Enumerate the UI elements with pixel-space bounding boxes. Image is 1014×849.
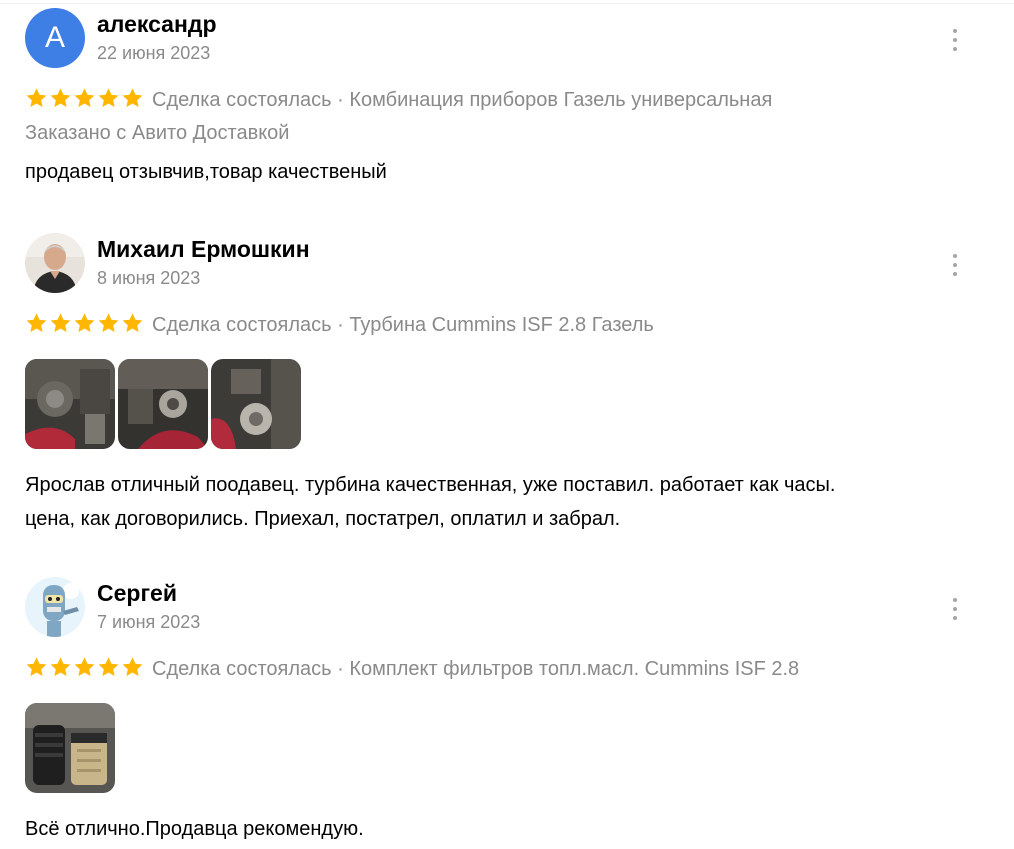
- star-icon: [74, 88, 95, 107]
- review-text: Ярослав отличный поодавец. турбина качес…: [25, 468, 985, 536]
- review-photo[interactable]: [118, 359, 208, 449]
- rating-stars: [25, 312, 144, 334]
- star-icon: [122, 313, 143, 332]
- review-text-line: Ярослав отличный поодавец. турбина качес…: [25, 474, 836, 496]
- deal-info: Сделка состоялась · Турбина Cummins ISF …: [152, 314, 654, 336]
- review-text-line: цена, как договорились. Приехал, постатр…: [25, 508, 621, 530]
- review-photo[interactable]: [211, 359, 301, 449]
- review-header: Михаил Ермошкин 8 июня 2023: [25, 233, 985, 293]
- reviewer-name[interactable]: Сергей: [97, 579, 177, 607]
- star-icon: [122, 88, 143, 107]
- more-vertical-icon[interactable]: [947, 28, 963, 52]
- review-text-line: Всё отлично.Продавца рекомендую.: [25, 818, 364, 840]
- star-icon: [74, 657, 95, 676]
- top-divider: [0, 3, 1014, 4]
- review-meta: Сделка состоялась · Турбина Cummins ISF …: [25, 309, 985, 342]
- review-date: 8 июня 2023: [97, 268, 201, 288]
- review-meta: Сделка состоялась · Комплект фильтров то…: [25, 653, 985, 686]
- review-date: 22 июня 2023: [97, 43, 211, 63]
- avatar[interactable]: А: [25, 8, 85, 68]
- delivery-note: Заказано с Авито Доставкой: [25, 122, 290, 144]
- star-icon: [98, 88, 119, 107]
- review-meta: Сделка состоялась · Комбинация приборов …: [25, 84, 985, 117]
- review-text-line: продавец отзывчив,товар качественый: [25, 161, 387, 183]
- review-card: А александр 22 июня 2023 Сделка состояла…: [25, 8, 985, 189]
- review-photos: [25, 703, 985, 793]
- more-vertical-icon[interactable]: [947, 597, 963, 621]
- deal-info: Сделка состоялась · Комбинация приборов …: [152, 89, 773, 111]
- reviewer-name[interactable]: александр: [97, 10, 217, 38]
- review-card: Михаил Ермошкин 8 июня 2023 Сделка состо…: [25, 233, 985, 536]
- review-card: Сергей 7 июня 2023 Сделка состоялась · К…: [25, 577, 985, 846]
- review-photos: [25, 359, 985, 449]
- rating-stars: [25, 656, 144, 678]
- review-text: Всё отлично.Продавца рекомендую.: [25, 812, 985, 846]
- rating-stars: [25, 87, 144, 109]
- star-icon: [26, 88, 47, 107]
- star-icon: [98, 657, 119, 676]
- review-header: Сергей 7 июня 2023: [25, 577, 985, 637]
- star-icon: [26, 657, 47, 676]
- star-icon: [50, 313, 71, 332]
- review-photo[interactable]: [25, 359, 115, 449]
- review-text: продавец отзывчив,товар качественый: [25, 155, 985, 189]
- reviewer-name[interactable]: Михаил Ермошкин: [97, 235, 310, 263]
- deal-info: Сделка состоялась · Комплект фильтров то…: [152, 658, 800, 680]
- avatar[interactable]: [25, 577, 85, 637]
- star-icon: [50, 88, 71, 107]
- more-vertical-icon[interactable]: [947, 253, 963, 277]
- review-photo[interactable]: [25, 703, 115, 793]
- review-header: А александр 22 июня 2023: [25, 8, 985, 68]
- star-icon: [50, 657, 71, 676]
- review-date: 7 июня 2023: [97, 612, 201, 632]
- star-icon: [26, 313, 47, 332]
- star-icon: [74, 313, 95, 332]
- avatar[interactable]: [25, 233, 85, 293]
- star-icon: [122, 657, 143, 676]
- star-icon: [98, 313, 119, 332]
